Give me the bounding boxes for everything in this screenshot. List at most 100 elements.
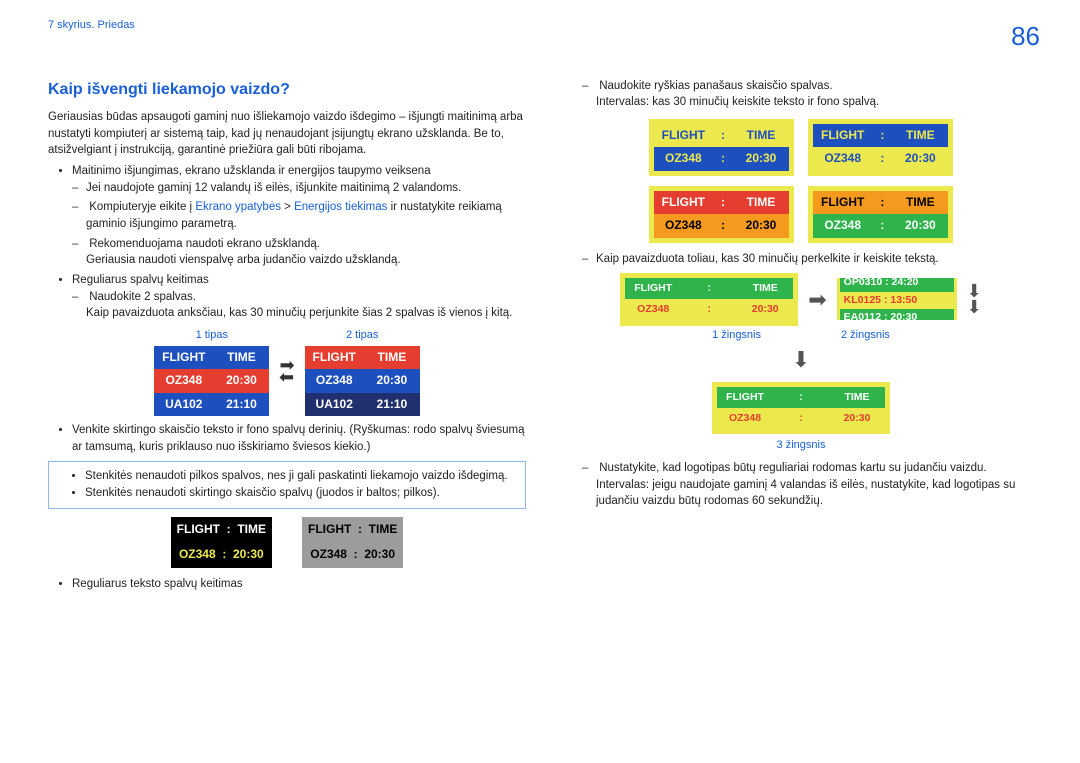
cell: 20:30 bbox=[733, 147, 789, 170]
cell: OZ348 bbox=[813, 147, 872, 170]
intro-text: Geriausias būdas apsaugoti gaminį nuo iš… bbox=[48, 109, 526, 159]
flight-table-gray: FLIGHT : TIME OZ348 : 20:30 bbox=[302, 517, 403, 568]
bullet-power-off: Maitinimo išjungimas, ekrano užsklanda i… bbox=[72, 163, 526, 269]
cell: UA102 bbox=[154, 393, 213, 416]
cell: : bbox=[681, 299, 737, 320]
cell: OZ348 bbox=[154, 369, 213, 392]
cell: 20:30 bbox=[364, 369, 420, 392]
callout-bw: Stenkitės nenaudoti skirtingo skaisčio s… bbox=[85, 485, 517, 502]
cell: : bbox=[354, 547, 358, 561]
link-screen-props[interactable]: Ekrano ypatybės bbox=[195, 201, 281, 213]
flight-table-q2: FLIGHT:TIME OZ348:20:30 bbox=[813, 124, 948, 171]
cell: : bbox=[872, 147, 892, 170]
flight-table-q1: FLIGHT:TIME OZ348:20:30 bbox=[654, 124, 789, 171]
th-flight: FLIGHT bbox=[305, 346, 364, 369]
cell: FLIGHT bbox=[625, 278, 681, 299]
flight-table-q4: FLIGHT:TIME OZ348:20:30 bbox=[813, 191, 948, 238]
caption-type2: 2 tipas bbox=[346, 328, 378, 344]
figure-brightness-pair: FLIGHT : TIME OZ348 : 20:30 FLIGHT : TIM… bbox=[48, 517, 526, 568]
text: Kaip pavaizduota anksčiau, kas 30 minuči… bbox=[86, 307, 512, 319]
cell: 20:30 bbox=[892, 147, 948, 170]
figure-type-1-2: 1 tipas FLIGHTTIME OZ34820:30 UA10221:10… bbox=[48, 328, 526, 416]
cell: TIME bbox=[733, 191, 789, 214]
cell: : bbox=[872, 124, 892, 147]
bullet-text: Reguliarus spalvų keitimas bbox=[72, 274, 209, 286]
caption-type1: 1 tipas bbox=[196, 328, 228, 344]
cell: : bbox=[358, 522, 362, 536]
scroll-row: EA0112 : 20:30 bbox=[840, 309, 954, 321]
scroll-row: OP0310 : 24:20 bbox=[840, 278, 954, 291]
text: Kompiuteryje eikite į bbox=[89, 201, 195, 213]
cell: FLIGHT bbox=[813, 191, 872, 214]
cell: TIME bbox=[829, 387, 885, 408]
cell: OZ348 bbox=[310, 547, 347, 561]
swap-arrow-icon: ➡➡ bbox=[277, 360, 296, 383]
text: Naudokite ryškias panašaus skaisčio spal… bbox=[599, 80, 832, 92]
cell: : bbox=[713, 191, 733, 214]
cell: 20:30 bbox=[892, 214, 948, 237]
cell: FLIGHT bbox=[177, 522, 220, 536]
cell: TIME bbox=[892, 124, 948, 147]
callout-box: Stenkitės nenaudoti pilkos spalvos, nes … bbox=[48, 461, 526, 508]
cell: FLIGHT bbox=[717, 387, 773, 408]
th-flight: FLIGHT bbox=[154, 346, 213, 369]
flight-table-step3: FLIGHT:TIME OZ348:20:30 bbox=[717, 387, 885, 429]
bullet-color-change: Reguliarus spalvų keitimas Naudokite 2 s… bbox=[72, 272, 526, 322]
cell: TIME bbox=[369, 522, 398, 536]
dash-2colors: Naudokite 2 spalvas. Kaip pavaizduota an… bbox=[86, 289, 526, 322]
dash-screen-props: Kompiuteryje eikite į Ekrano ypatybės > … bbox=[86, 199, 526, 232]
cell: FLIGHT bbox=[654, 124, 713, 147]
th-time: TIME bbox=[213, 346, 269, 369]
cell: 20:30 bbox=[364, 547, 395, 561]
bullet-text: Maitinimo išjungimas, ekrano užsklanda i… bbox=[72, 165, 431, 177]
scroll-row: KL0125 : 13:50 bbox=[840, 292, 954, 309]
dash-move-text: Kaip pavaizduota toliau, kas 30 minučių … bbox=[596, 251, 1040, 268]
arrow-down-icon: ⬇ bbox=[562, 344, 1040, 376]
figure-color-quad: FLIGHT:TIME OZ348:20:30 FLIGHT:TIME OZ34… bbox=[562, 119, 1040, 243]
caption-step3: 3 žingsnis bbox=[777, 438, 826, 454]
breadcrumb: 7 skyrius. Priedas bbox=[48, 18, 135, 34]
flight-scroll-step2: OP0310 : 24:20 KL0125 : 13:50 EA0112 : 2… bbox=[837, 278, 957, 320]
cell: TIME bbox=[237, 522, 266, 536]
cell: FLIGHT bbox=[654, 191, 713, 214]
right-column: Naudokite ryškias panašaus skaisčio spal… bbox=[562, 78, 1040, 596]
flight-table-type2: FLIGHTTIME OZ34820:30 UA10221:10 bbox=[305, 346, 420, 416]
flight-table-q3: FLIGHT:TIME OZ348:20:30 bbox=[654, 191, 789, 238]
cell: : bbox=[222, 547, 226, 561]
cell: TIME bbox=[892, 191, 948, 214]
cell: FLIGHT bbox=[308, 522, 351, 536]
caption-step1: 1 žingsnis bbox=[712, 328, 761, 344]
cell: : bbox=[872, 191, 892, 214]
text: Intervalas: jeigu naudojate gaminį 4 val… bbox=[596, 479, 1015, 508]
text: Naudokite 2 spalvas. bbox=[89, 291, 196, 303]
sep: > bbox=[281, 201, 294, 213]
bullet-text-color-change: Reguliarus teksto spalvų keitimas bbox=[72, 576, 526, 593]
dash-bright-colors: Naudokite ryškias panašaus skaisčio spal… bbox=[596, 78, 1040, 111]
cell: : bbox=[773, 408, 829, 429]
cell: UA102 bbox=[305, 393, 364, 416]
cell: 20:30 bbox=[233, 547, 264, 561]
callout-gray: Stenkitės nenaudoti pilkos spalvos, nes … bbox=[85, 468, 517, 485]
arrow-down-double-icon: ⬇⬇ bbox=[967, 283, 982, 315]
cell: 20:30 bbox=[737, 299, 793, 320]
cell: : bbox=[681, 278, 737, 299]
flight-table-type1: FLIGHTTIME OZ34820:30 UA10221:10 bbox=[154, 346, 269, 416]
cell: TIME bbox=[737, 278, 793, 299]
text: Rekomenduojama naudoti ekrano užsklandą. bbox=[89, 238, 320, 250]
cell: FLIGHT bbox=[813, 124, 872, 147]
dash-logo: Nustatykite, kad logotipas būtų reguliar… bbox=[596, 460, 1040, 510]
cell: : bbox=[713, 214, 733, 237]
text: Intervalas: kas 30 minučių keiskite teks… bbox=[596, 96, 879, 108]
cell: OZ348 bbox=[179, 547, 216, 561]
cell: 21:10 bbox=[364, 393, 420, 416]
cell: : bbox=[713, 124, 733, 147]
cell: 20:30 bbox=[829, 408, 885, 429]
cell: 20:30 bbox=[213, 369, 269, 392]
link-power-supply[interactable]: Energijos tiekimas bbox=[294, 201, 387, 213]
text: Nustatykite, kad logotipas būtų reguliar… bbox=[599, 462, 986, 474]
cell: OZ348 bbox=[717, 408, 773, 429]
cell: : bbox=[713, 147, 733, 170]
page-title: Kaip išvengti liekamojo vaizdo? bbox=[48, 78, 526, 101]
flight-table-step1: FLIGHT:TIME OZ348:20:30 bbox=[625, 278, 793, 320]
caption-step2: 2 žingsnis bbox=[841, 328, 890, 344]
